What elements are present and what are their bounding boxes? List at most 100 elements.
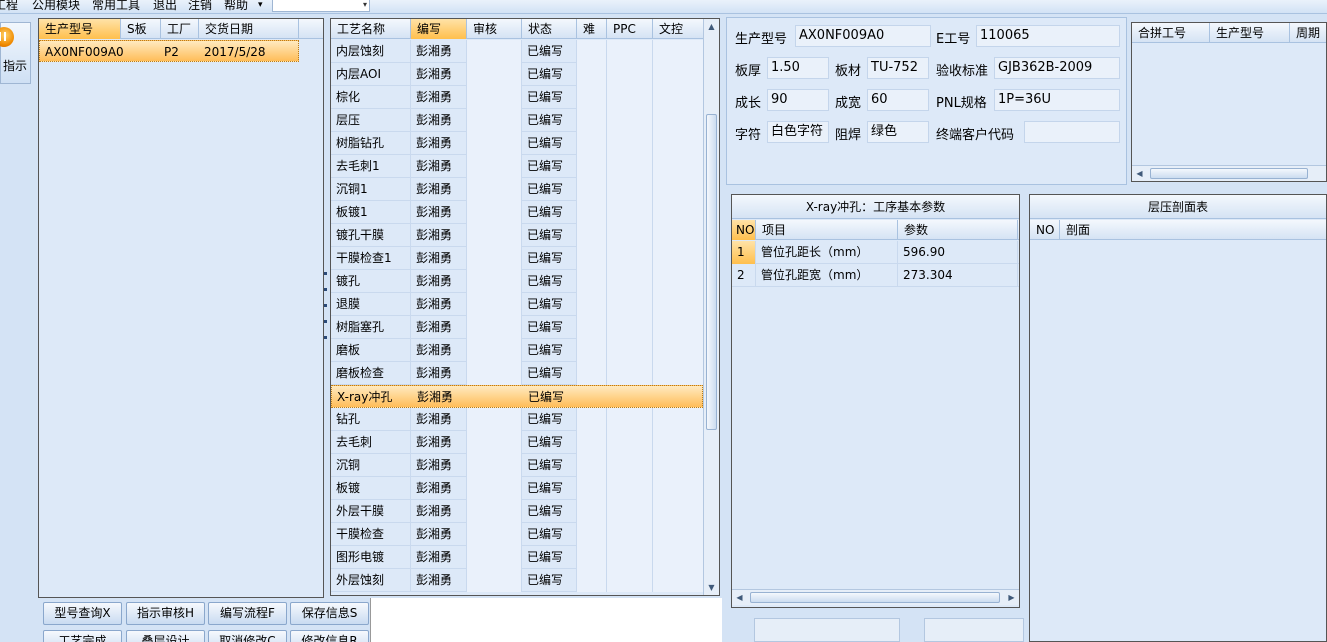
process-ppc <box>607 477 653 500</box>
process-row[interactable]: 板镀1 彭湘勇 已编写 <box>331 201 705 224</box>
model-query-button[interactable]: 型号查询X <box>43 602 122 625</box>
process-row[interactable]: 板镀 彭湘勇 已编写 <box>331 477 705 500</box>
menu-logout[interactable]: 注销 <box>188 0 212 13</box>
process-row[interactable]: 钻孔 彭湘勇 已编写 <box>331 408 705 431</box>
order-grid: 生产型号 S板 工厂 交货日期 AX0NF009A0 P2 2017/5/28 <box>38 18 324 598</box>
process-ppc <box>607 523 653 546</box>
panel-splitter[interactable] <box>323 272 328 342</box>
indicator-button[interactable]: 指示 <box>0 22 31 84</box>
col-s-board[interactable]: S板 <box>121 19 161 39</box>
write-flow-button[interactable]: 编写流程F <box>208 602 287 625</box>
col-difficulty[interactable]: 难 <box>577 19 607 39</box>
col-status[interactable]: 状态 <box>522 19 577 39</box>
menu-common-modules[interactable]: 公用模块 <box>32 0 80 13</box>
standard-field[interactable]: GJB362B-2009 <box>994 57 1120 79</box>
menu-help[interactable]: 帮助 <box>224 0 248 13</box>
char-field[interactable]: 白色字符 <box>767 121 829 143</box>
col-merge-job[interactable]: 合拼工号 <box>1132 23 1210 43</box>
customer-field[interactable] <box>1024 121 1120 143</box>
process-difficulty <box>577 523 607 546</box>
model-field[interactable]: AX0NF009A0 <box>795 25 931 47</box>
process-row[interactable]: 磨板 彭湘勇 已编写 <box>331 339 705 362</box>
col-profile-section[interactable]: 剖面 <box>1060 220 1326 240</box>
chevron-down-icon[interactable]: ▾ <box>363 0 367 11</box>
process-row[interactable]: 镀孔干膜 彭湘勇 已编写 <box>331 224 705 247</box>
edit-info-button[interactable]: 修改信息R <box>290 630 369 642</box>
process-complete-button[interactable]: 工艺完成 <box>43 630 122 642</box>
process-row[interactable]: 退膜 彭湘勇 已编写 <box>331 293 705 316</box>
process-reviewer <box>467 155 522 178</box>
scroll-thumb[interactable] <box>1150 168 1308 179</box>
process-row[interactable]: 干膜检查 彭湘勇 已编写 <box>331 523 705 546</box>
params-horizontal-scrollbar[interactable]: ◀ ▶ <box>732 589 1019 605</box>
process-row[interactable]: 外层干膜 彭湘勇 已编写 <box>331 500 705 523</box>
scroll-up-icon[interactable]: ▲ <box>704 19 719 34</box>
eno-field[interactable]: 110065 <box>976 25 1120 47</box>
col-merge-model[interactable]: 生产型号 <box>1210 23 1290 43</box>
width-field[interactable]: 60 <box>867 89 929 111</box>
col-no[interactable]: NO <box>732 220 756 240</box>
process-row[interactable]: 沉铜1 彭湘勇 已编写 <box>331 178 705 201</box>
pnl-field[interactable]: 1P=36U <box>994 89 1120 111</box>
col-reviewer[interactable]: 审核 <box>467 19 522 39</box>
process-row[interactable]: 去毛刺 彭湘勇 已编写 <box>331 431 705 454</box>
col-delivery-date[interactable]: 交货日期 <box>199 19 299 39</box>
process-row[interactable]: 树脂塞孔 彭湘勇 已编写 <box>331 316 705 339</box>
process-row[interactable]: 沉铜 彭湘勇 已编写 <box>331 454 705 477</box>
menu-exit[interactable]: 退出 <box>153 0 177 13</box>
process-row[interactable]: X-ray冲孔 彭湘勇 已编写 <box>331 385 703 408</box>
mask-field[interactable]: 绿色 <box>867 121 929 143</box>
save-info-button[interactable]: 保存信息S <box>290 602 369 625</box>
scroll-down-icon[interactable]: ▼ <box>704 580 719 595</box>
col-doc-control[interactable]: 文控 <box>653 19 705 39</box>
col-writer[interactable]: 编写 <box>411 19 467 39</box>
thickness-field[interactable]: 1.50 <box>767 57 829 79</box>
scroll-left-icon[interactable]: ◀ <box>1132 166 1147 181</box>
merge-horizontal-scrollbar[interactable]: ◀ <box>1132 165 1326 181</box>
scroll-thumb[interactable] <box>750 592 1000 603</box>
col-merge-cycle[interactable]: 周期 <box>1290 23 1326 43</box>
material-field[interactable]: TU-752 <box>867 57 929 79</box>
process-reviewer <box>467 178 522 201</box>
stackup-design-button[interactable]: 叠层设计 <box>126 630 205 642</box>
process-row[interactable]: 棕化 彭湘勇 已编写 <box>331 86 705 109</box>
menu-engineering[interactable]: 工程 <box>0 0 18 13</box>
cancel-edit-button[interactable]: 取消修改C <box>208 630 287 642</box>
process-row[interactable]: 内层AOI 彭湘勇 已编写 <box>331 63 705 86</box>
process-row[interactable]: 外层蚀刻 彭湘勇 已编写 <box>331 569 705 592</box>
process-doc-control <box>653 155 705 178</box>
process-row[interactable]: 树脂钻孔 彭湘勇 已编写 <box>331 132 705 155</box>
pause-icon <box>0 27 14 47</box>
menu-common-tools[interactable]: 常用工具 <box>92 0 140 13</box>
col-item[interactable]: 项目 <box>756 220 898 240</box>
process-reviewer <box>467 293 522 316</box>
col-ppc[interactable]: PPC <box>607 19 653 39</box>
col-process-name[interactable]: 工艺名称 <box>331 19 411 39</box>
menu-combo-box[interactable]: ▾ <box>272 0 370 12</box>
help-dropdown-icon[interactable]: ▾ <box>258 0 263 13</box>
process-row[interactable]: 层压 彭湘勇 已编写 <box>331 109 705 132</box>
col-profile-no[interactable]: NO <box>1030 220 1060 240</box>
param-row[interactable]: 2 管位孔距宽（mm） 273.304 <box>732 264 1019 287</box>
process-row[interactable]: 内层蚀刻 彭湘勇 已编写 <box>331 40 705 63</box>
process-row[interactable]: 镀孔 彭湘勇 已编写 <box>331 270 705 293</box>
scroll-right-icon[interactable]: ▶ <box>1004 590 1019 605</box>
param-row[interactable]: 1 管位孔距长（mm） 596.90 <box>732 241 1019 264</box>
order-row[interactable]: AX0NF009A0 P2 2017/5/28 <box>39 40 299 62</box>
process-row[interactable]: 去毛刺1 彭湘勇 已编写 <box>331 155 705 178</box>
col-factory[interactable]: 工厂 <box>161 19 199 39</box>
length-field[interactable]: 90 <box>767 89 829 111</box>
col-value[interactable]: 参数 <box>898 220 1018 240</box>
process-row[interactable]: 图形电镀 彭湘勇 已编写 <box>331 546 705 569</box>
review-indicator-button[interactable]: 指示审核H <box>126 602 205 625</box>
process-vertical-scrollbar[interactable]: ▲ ▼ <box>703 19 719 595</box>
process-row[interactable]: 干膜检查1 彭湘勇 已编写 <box>331 247 705 270</box>
process-row[interactable]: 磨板检查 彭湘勇 已编写 <box>331 362 705 385</box>
process-ppc <box>607 270 653 293</box>
scroll-left-icon[interactable]: ◀ <box>732 590 747 605</box>
process-writer: 彭湘勇 <box>411 132 467 155</box>
scroll-thumb[interactable] <box>706 114 717 430</box>
process-difficulty <box>577 293 607 316</box>
col-model[interactable]: 生产型号 <box>39 19 121 39</box>
process-reviewer <box>467 569 522 592</box>
